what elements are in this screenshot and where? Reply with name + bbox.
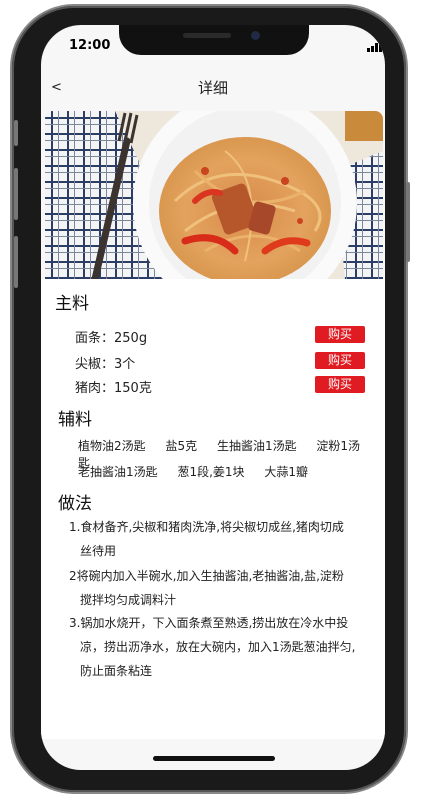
aux-ingredient: 生抽酱油1汤匙 <box>216 439 297 453</box>
power-button <box>406 182 410 262</box>
step-1: 1.食材备齐,尖椒和猪肉洗净,将尖椒切成丝,猪肉切成 丝待用 <box>69 515 369 563</box>
page-title: 详细 <box>197 79 228 97</box>
method-title: 做法 <box>58 494 92 514</box>
step-3: 3.锅加水烧开，下入面条煮至熟透,捞出放在冷水中投 凉，捞出沥净水，放在大碗内，… <box>69 611 369 683</box>
ingredient-name: 面条：250g <box>75 331 148 346</box>
signal-icon <box>367 40 385 52</box>
aux-ingredient: 植物油2汤匙 <box>78 439 146 453</box>
recipe-detail: 主料 面条：250g 购买 尖椒：3个 购买 猪肉：150克 购买 辅料 植物油… <box>41 279 385 739</box>
step-line: 1.食材备齐,尖椒和猪肉洗净,将尖椒切成丝,猪肉切成 <box>69 520 344 534</box>
ingredient-name: 尖椒：3个 <box>75 357 136 372</box>
buy-button[interactable]: 购买 <box>315 326 365 343</box>
buy-button[interactable]: 购买 <box>315 352 365 369</box>
step-2: 2将碗内加入半碗水,加入生抽酱油,老抽酱油,盐,淀粉 搅拌均匀成调料汁 <box>69 564 369 612</box>
buy-button[interactable]: 购买 <box>315 376 365 393</box>
ingredient-row: 猪肉：150克 购买 <box>75 376 365 396</box>
step-line: 防止面条粘连 <box>80 664 153 678</box>
status-time: 12:00 <box>69 38 111 53</box>
ingredient-row: 面条：250g 购买 <box>75 326 365 346</box>
step-line: 2将碗内加入半碗水,加入生抽酱油,老抽酱油,盐,淀粉 <box>69 569 344 583</box>
step-line: 凉，捞出沥净水，放在大碗内，加入1汤匙葱油拌匀, <box>80 640 356 654</box>
aux-ingredient: 葱1段,姜1块 <box>177 465 245 479</box>
mute-switch <box>14 120 18 146</box>
ingredient-row: 尖椒：3个 购买 <box>75 352 365 372</box>
screen: 12:00 < 详细 主料 面条：250g 购买 尖椒：3个 购买 猪肉：150… <box>41 25 385 770</box>
camera <box>251 31 260 40</box>
home-indicator[interactable] <box>153 756 275 761</box>
step-line: 丝待用 <box>80 544 117 558</box>
notch <box>119 25 309 55</box>
aux-ingredient-line: 老抽酱油1汤匙 葱1段,姜1块 大蒜1瓣 <box>78 463 324 480</box>
volume-up-button <box>14 168 18 220</box>
step-line: 搅拌均匀成调料汁 <box>80 593 177 607</box>
main-ingredients-title: 主料 <box>55 294 89 314</box>
aux-ingredient: 盐5克 <box>165 439 198 453</box>
aux-ingredients-title: 辅料 <box>58 410 92 430</box>
step-line: 3.锅加水烧开，下入面条煮至熟透,捞出放在冷水中投 <box>69 616 349 630</box>
aux-ingredient: 大蒜1瓣 <box>264 465 309 479</box>
ingredient-name: 猪肉：150克 <box>75 381 152 396</box>
volume-down-button <box>14 236 18 288</box>
dish-photo <box>45 111 383 279</box>
speaker <box>183 33 231 38</box>
aux-ingredient: 老抽酱油1汤匙 <box>78 465 158 479</box>
spaghetti-image <box>45 111 383 279</box>
